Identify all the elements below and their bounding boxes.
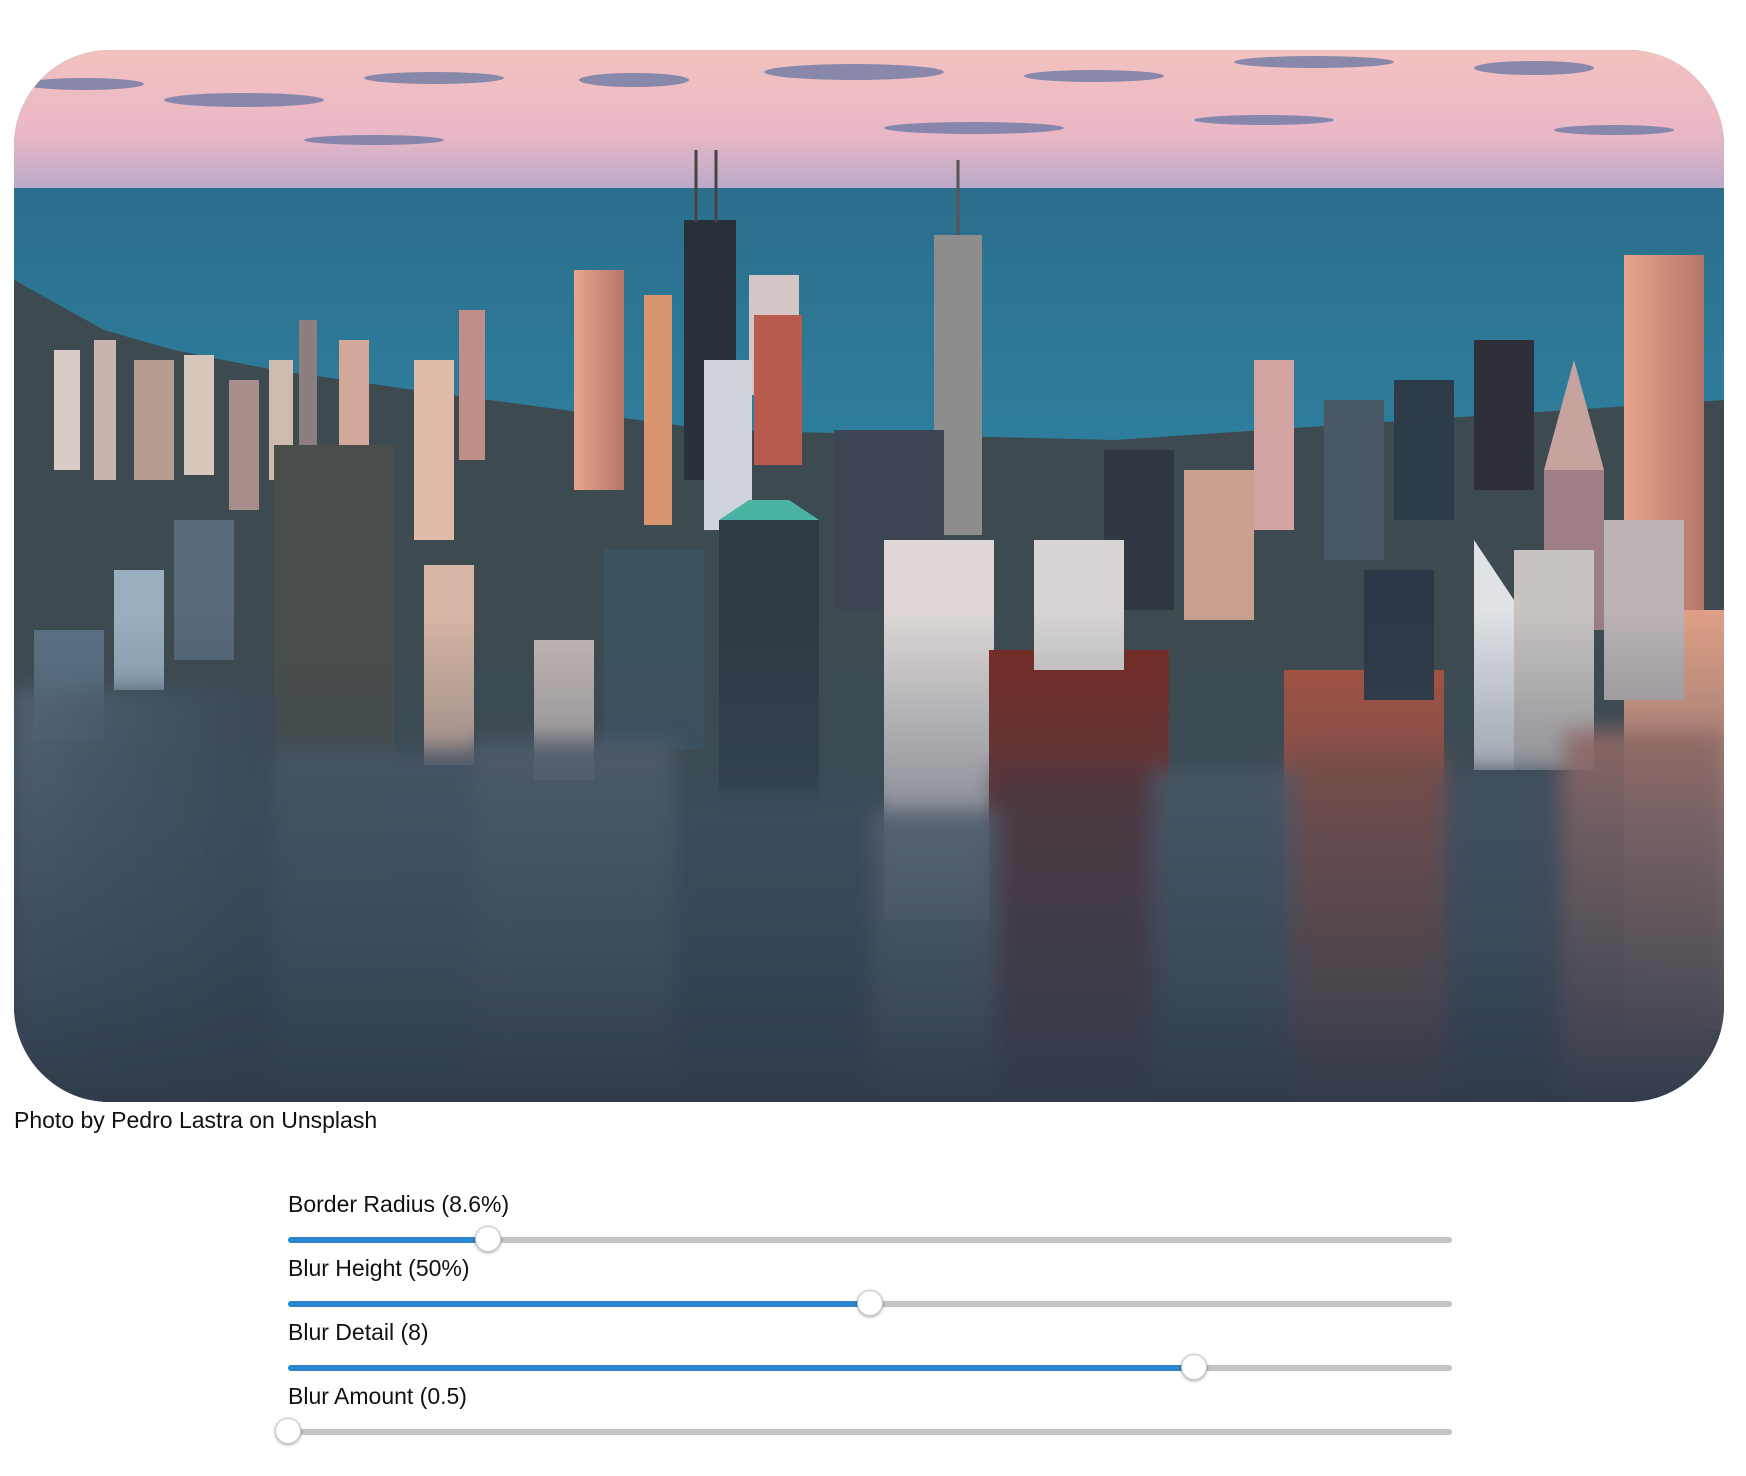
city-photo [14, 50, 1724, 1102]
slider-thumb[interactable] [275, 1418, 301, 1444]
slider-fill [288, 1365, 1194, 1371]
blur-amount-label: Blur Amount (0.5) [288, 1383, 467, 1409]
blur-height-control: Blur Height (50%) [288, 1254, 1452, 1318]
border-radius-control: Border Radius (8.6%) [288, 1190, 1452, 1254]
blur-height-label: Blur Height (50%) [288, 1255, 470, 1281]
blur-amount-control: Blur Amount (0.5) [275, 1382, 1452, 1446]
blur-detail-slider[interactable] [288, 1354, 1452, 1380]
blur-detail-control: Blur Detail (8) [288, 1318, 1452, 1382]
border-radius-slider[interactable] [288, 1226, 1452, 1252]
slider-fill [288, 1237, 489, 1243]
border-radius-label: Border Radius (8.6%) [288, 1191, 510, 1217]
controls-panel: Border Radius (8.6%) Blur Height (50%) B… [275, 1190, 1452, 1446]
blur-height-slider[interactable] [288, 1290, 1452, 1316]
slider-thumb[interactable] [475, 1226, 502, 1252]
slider-fill [288, 1301, 870, 1307]
slider-thumb[interactable] [857, 1290, 883, 1316]
photo-credit: Photo by Pedro Lastra on Unsplash [14, 1107, 378, 1133]
slider-thumb[interactable] [1180, 1354, 1207, 1380]
blur-amount-slider[interactable] [275, 1418, 1452, 1444]
blur-detail-label: Blur Detail (8) [288, 1319, 429, 1345]
city-skyline-image [14, 50, 1724, 1102]
slider-track [288, 1429, 1452, 1435]
